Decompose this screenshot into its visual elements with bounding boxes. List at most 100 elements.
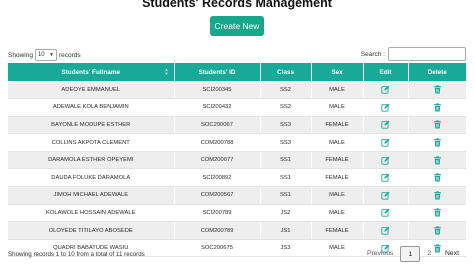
edit-icon[interactable] <box>381 156 390 165</box>
trash-icon[interactable] <box>433 138 442 147</box>
cell-delete <box>408 98 466 117</box>
pagination: Previous 1 2 Next <box>360 246 466 262</box>
cell-edit <box>363 221 409 240</box>
table-row: OLOYEDE TITILAYO ABOSEDE COM200789 JS1 FEMA… <box>8 221 466 240</box>
cell-edit <box>363 204 409 223</box>
cell-delete <box>408 221 466 240</box>
cell-student-id: SCI200432 <box>174 98 261 117</box>
cell-fullname: DAUDA FOLUKE DARAMOLA <box>8 168 175 188</box>
table-row: BAYONLE MODUPE ESTHER SOC200067 SS3 FEMALE <box>8 116 466 135</box>
cell-delete <box>408 81 466 100</box>
table-toolbar: Showing 10 ▼ records Search : <box>8 47 466 63</box>
table-row: ADEOYE EMMANUEL SCI200345 SS2 MALE <box>8 81 466 100</box>
cell-class: SS3 <box>260 116 312 135</box>
table-row: COLLINS AKPOTA CLEMENT COM200788 SS3 MALE <box>8 133 466 152</box>
cell-delete <box>408 186 466 205</box>
cell-sex: FEMALE <box>311 221 364 240</box>
cell-class: SS1 <box>260 151 312 170</box>
header-sex-label: Sex <box>331 68 343 76</box>
table-row: JIMOH MICHAEL ADEWALE COM200567 SS1 MALE <box>8 186 466 205</box>
table-footer: Showing records 1 to 10 from a total of … <box>8 246 474 263</box>
cell-sex: MALE <box>311 81 364 100</box>
create-new-button[interactable]: Create New <box>210 16 264 36</box>
header-edit-label: Edit <box>379 68 392 76</box>
students-table: Students' Fullname ▲ ▼ Students' ID Class… <box>8 63 466 258</box>
cell-edit <box>363 186 409 205</box>
cell-sex: MALE <box>311 98 364 117</box>
cell-edit <box>363 81 409 100</box>
cell-class: SS2 <box>260 81 312 100</box>
records-label: records <box>58 51 81 59</box>
cell-fullname: OLOYEDE TITILAYO ABOSEDE <box>8 221 175 240</box>
show-label: Showing <box>8 51 33 59</box>
cell-student-id: SCI200345 <box>174 81 261 100</box>
chevron-down-icon: ▼ <box>48 52 54 58</box>
trash-icon[interactable] <box>433 155 442 165</box>
edit-icon[interactable] <box>381 85 390 94</box>
edit-icon[interactable] <box>381 208 390 218</box>
cell-delete <box>408 204 466 223</box>
header-id-label: Students' ID <box>198 68 236 76</box>
search-input[interactable] <box>388 47 466 61</box>
cell-fullname: JIMOH MICHAEL ADEWALE <box>8 186 175 205</box>
cell-sex: MALE <box>311 186 364 205</box>
trash-icon[interactable] <box>433 173 442 182</box>
page-length-value: 10 <box>37 52 45 58</box>
cell-delete <box>408 168 466 188</box>
cell-fullname: COLLINS AKPOTA CLEMENT <box>8 133 175 152</box>
table-row: DAUDA FOLUKE DARAMOLA SCI200892 SS1 FEMALE <box>8 168 466 188</box>
next-page-button[interactable]: Next <box>438 246 466 262</box>
trash-icon[interactable] <box>433 208 442 217</box>
cell-class: SS2 <box>260 98 312 117</box>
edit-icon[interactable] <box>381 191 390 200</box>
edit-icon[interactable] <box>381 173 390 182</box>
cell-edit <box>363 151 409 170</box>
cell-fullname: ADEWALE KOLA BENJAMIN <box>8 98 175 117</box>
header-class-label: Class <box>276 68 295 76</box>
cell-fullname: BAYONLE MODUPE ESTHER <box>8 116 175 135</box>
header-edit: Edit <box>363 63 409 81</box>
cell-sex: MALE <box>311 204 364 223</box>
cell-edit <box>363 98 409 117</box>
trash-icon[interactable] <box>433 226 442 235</box>
cell-student-id: SOC200067 <box>174 116 261 135</box>
cell-student-id: COM200567 <box>174 186 261 205</box>
cell-student-id: SCI200789 <box>174 204 261 223</box>
cell-class: SS1 <box>260 186 312 205</box>
table-header-row: Students' Fullname ▲ ▼ Students' ID Class… <box>8 63 466 81</box>
cell-edit <box>363 116 409 135</box>
cell-sex: FEMALE <box>311 168 364 188</box>
cell-class: JS1 <box>260 221 312 240</box>
previous-page-button[interactable]: Previous <box>360 246 400 262</box>
page: Students' Records Management Create New … <box>0 0 474 266</box>
page-1-button[interactable]: 1 <box>400 246 421 262</box>
cell-delete <box>408 116 466 135</box>
header-id[interactable]: Students' ID <box>174 63 261 81</box>
length-control: Showing 10 ▼ records <box>8 49 81 61</box>
records-info: Showing records 1 to 10 from a total of … <box>8 251 145 258</box>
table-row: KOLAWOLE HOSSAIN ADEWALE SCI200789 JS2 MALE <box>8 204 466 223</box>
edit-icon[interactable] <box>381 103 390 112</box>
header-sex[interactable]: Sex <box>311 63 364 81</box>
trash-icon[interactable] <box>433 85 442 94</box>
cell-student-id: COM200789 <box>174 221 261 240</box>
cell-class: SS1 <box>260 168 312 188</box>
header-fullname-label: Students' Fullname <box>61 68 121 76</box>
header-fullname[interactable]: Students' Fullname ▲ ▼ <box>8 63 175 81</box>
cell-edit <box>363 168 409 188</box>
edit-icon[interactable] <box>381 138 390 147</box>
trash-icon[interactable] <box>433 103 442 112</box>
edit-icon[interactable] <box>381 120 390 130</box>
header-class[interactable]: Class <box>260 63 312 81</box>
cell-class: SS3 <box>260 133 312 152</box>
search-control: Search : <box>361 47 466 61</box>
page-length-select[interactable]: 10 ▼ <box>34 49 57 61</box>
trash-icon[interactable] <box>433 120 442 129</box>
cell-edit <box>363 133 409 152</box>
page-2-button[interactable]: 2 <box>420 246 438 262</box>
edit-icon[interactable] <box>381 226 390 235</box>
trash-icon[interactable] <box>433 191 442 200</box>
header-delete-label: Delete <box>427 68 447 76</box>
cell-sex: MALE <box>311 133 364 152</box>
cell-class: JS2 <box>260 204 312 223</box>
